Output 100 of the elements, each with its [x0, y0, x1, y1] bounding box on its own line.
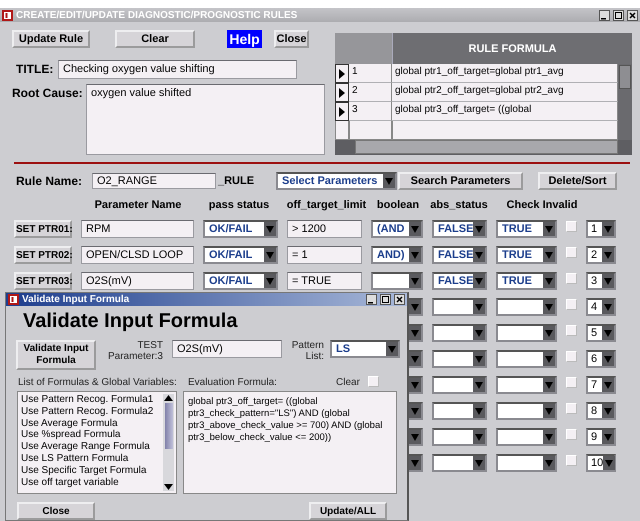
- check-invalid-dropdown[interactable]: TRUE: [496, 272, 557, 290]
- order-dropdown[interactable]: 9: [586, 428, 616, 446]
- parameter-name-field[interactable]: OPEN/CLSD LOOP: [81, 246, 194, 264]
- pass-status-dropdown[interactable]: OK/FAIL: [203, 272, 278, 290]
- order-dropdown[interactable]: 6: [586, 350, 616, 368]
- abs-status-dropdown[interactable]: FALSE: [432, 272, 487, 290]
- order-dropdown[interactable]: 1: [586, 220, 616, 238]
- checkbox[interactable]: [566, 403, 577, 414]
- checkbox[interactable]: [566, 273, 577, 284]
- scroll-down-icon[interactable]: [164, 483, 173, 491]
- order-dropdown[interactable]: 3: [586, 272, 616, 290]
- toolbar-button[interactable]: Close: [274, 30, 309, 48]
- boolean-dropdown[interactable]: AND): [371, 246, 423, 264]
- abs-status-dropdown[interactable]: [432, 402, 487, 420]
- minimize-icon[interactable]: [599, 10, 610, 20]
- check-invalid-dropdown[interactable]: TRUE: [496, 220, 557, 238]
- close-button[interactable]: Close: [17, 502, 95, 520]
- header-corner: [335, 33, 392, 64]
- checkbox[interactable]: [566, 377, 577, 388]
- check-invalid-dropdown[interactable]: [496, 402, 557, 420]
- check-invalid-dropdown[interactable]: [496, 324, 557, 342]
- abs-status-dropdown[interactable]: [432, 298, 487, 316]
- maximize-icon[interactable]: [380, 294, 391, 305]
- list-item[interactable]: Use %spread Formula: [21, 429, 120, 442]
- delete-sort-button[interactable]: Delete/Sort: [538, 172, 617, 190]
- help-button[interactable]: Help: [227, 30, 262, 48]
- pattern-list-label: Pattern List:: [290, 340, 324, 362]
- abs-status-dropdown[interactable]: [432, 324, 487, 342]
- app-logo-icon: [8, 294, 19, 305]
- off-target-field[interactable]: = 1: [287, 246, 362, 264]
- abs-status-dropdown[interactable]: [432, 350, 487, 368]
- list-item[interactable]: Use Specific Target Formula: [21, 464, 146, 477]
- column-header: Parameter Name: [94, 198, 182, 210]
- abs-status-dropdown[interactable]: FALSE: [432, 246, 487, 264]
- order-dropdown[interactable]: 5: [586, 324, 616, 342]
- parameter-dropdown[interactable]: Select Parameters: [276, 172, 397, 190]
- rule-name-field[interactable]: O2_RANGE: [92, 173, 216, 189]
- order-dropdown[interactable]: 10: [586, 454, 616, 472]
- checkbox[interactable]: [566, 299, 577, 310]
- order-dropdown[interactable]: 7: [586, 376, 616, 394]
- off-target-field[interactable]: > 1200: [287, 220, 362, 238]
- check-invalid-dropdown[interactable]: [496, 298, 557, 316]
- pass-status-dropdown[interactable]: OK/FAIL: [203, 220, 278, 238]
- parameter-name-field[interactable]: RPM: [81, 220, 194, 238]
- abs-status-dropdown[interactable]: [432, 428, 487, 446]
- order-dropdown[interactable]: 4: [586, 298, 616, 316]
- checkbox[interactable]: [566, 455, 577, 466]
- close-icon[interactable]: [627, 10, 638, 20]
- test-parameter-field[interactable]: O2S(mV): [172, 340, 282, 358]
- row-marker[interactable]: [335, 102, 349, 121]
- pass-status-dropdown[interactable]: OK/FAIL: [203, 246, 278, 264]
- close-icon[interactable]: [394, 294, 405, 305]
- checkbox[interactable]: [368, 376, 379, 388]
- set-pointer-button[interactable]: SET PTR03:: [14, 272, 72, 290]
- list-item[interactable]: Use Average Range Formula: [21, 441, 150, 453]
- check-invalid-dropdown[interactable]: [496, 428, 557, 446]
- checkbox[interactable]: [566, 247, 577, 258]
- off-target-field[interactable]: = TRUE: [287, 272, 362, 290]
- checkbox[interactable]: [566, 351, 577, 362]
- toolbar-button[interactable]: Update Rule: [12, 30, 90, 48]
- list-item[interactable]: Use Pattern Recog. Formula1: [21, 394, 154, 406]
- update-all-button[interactable]: Update/ALL: [309, 502, 387, 520]
- list-item[interactable]: Use Pattern Recog. Formula2: [21, 406, 154, 418]
- boolean-dropdown[interactable]: [371, 272, 423, 290]
- list-item[interactable]: Use off target variable: [21, 476, 119, 488]
- set-pointer-button[interactable]: SET PTR02:: [14, 246, 72, 264]
- row-marker[interactable]: [335, 64, 349, 83]
- validate-button[interactable]: Validate Input Formula: [16, 340, 96, 370]
- check-invalid-dropdown[interactable]: TRUE: [496, 246, 557, 264]
- app-logo-icon: [2, 10, 13, 20]
- checkbox[interactable]: [566, 325, 577, 336]
- list-item[interactable]: Use Average Formula: [21, 418, 118, 430]
- title-field[interactable]: Checking oxygen value shifting: [58, 60, 297, 79]
- list-item[interactable]: Use LS Pattern Formula: [21, 452, 128, 465]
- boolean-dropdown[interactable]: (AND: [371, 220, 423, 238]
- abs-status-dropdown[interactable]: FALSE: [432, 220, 487, 238]
- window-title: CREATE/EDIT/UPDATE DIAGNOSTIC/PROGNOSTIC RULES: [16, 10, 298, 20]
- maximize-icon[interactable]: [613, 10, 624, 20]
- checkbox[interactable]: [566, 429, 577, 440]
- checkbox[interactable]: [566, 221, 577, 232]
- check-invalid-dropdown[interactable]: [496, 350, 557, 368]
- set-pointer-button[interactable]: SET PTR01:: [14, 220, 72, 238]
- minimize-icon[interactable]: [366, 294, 377, 305]
- evaluation-formula-field[interactable]: global ptr3_off_target= ((global ptr3_check_pattern="LS") AND (global ptr3_above_check_value >= 700) AND (global ptr3_below_check_value <= 200)): [183, 391, 397, 494]
- vertical-scrollbar[interactable]: [163, 394, 174, 491]
- search-parameters-button[interactable]: Search Parameters: [398, 172, 523, 190]
- check-invalid-dropdown[interactable]: [496, 454, 557, 472]
- order-dropdown[interactable]: 2: [586, 246, 616, 264]
- root-cause-field[interactable]: oxygen value shifted: [86, 84, 325, 155]
- abs-status-dropdown[interactable]: [432, 454, 487, 472]
- toolbar-button[interactable]: Clear: [115, 30, 195, 48]
- pattern-dropdown[interactable]: LS: [330, 340, 400, 358]
- order-dropdown[interactable]: 8: [586, 402, 616, 420]
- abs-status-dropdown[interactable]: [432, 376, 487, 394]
- horizontal-scrollbar[interactable]: [355, 140, 618, 154]
- column-header: off_target_limit: [286, 198, 368, 210]
- vertical-scrollbar[interactable]: [618, 64, 632, 140]
- check-invalid-dropdown[interactable]: [496, 376, 557, 394]
- row-marker[interactable]: [335, 83, 349, 102]
- parameter-name-field[interactable]: O2S(mV): [81, 272, 194, 290]
